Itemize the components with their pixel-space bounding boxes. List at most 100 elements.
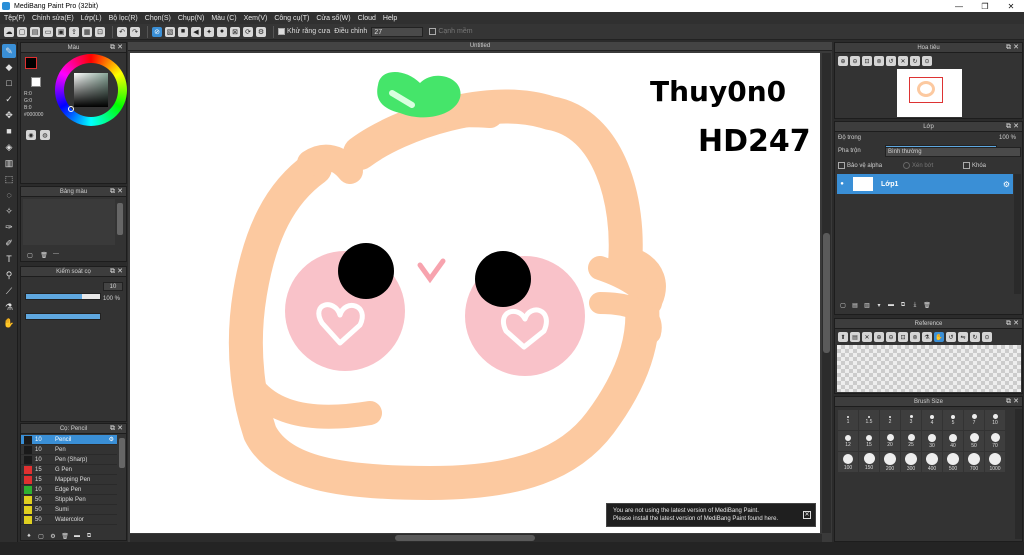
brush-list-item[interactable]: 10 Pen (Sharp): [21, 455, 117, 465]
undock-icon[interactable]: ⧉: [110, 424, 115, 434]
delete-palette-icon[interactable]: 🗑: [39, 250, 49, 260]
brush-settings-icon[interactable]: ⚙: [48, 531, 58, 541]
merge-down-icon[interactable]: ⤓: [910, 300, 920, 310]
navigator-thumbnail[interactable]: [897, 69, 962, 117]
menu-file[interactable]: Tệp(F): [4, 15, 25, 22]
brush-size-option[interactable]: 40: [943, 431, 963, 451]
transform-icon[interactable]: ⊠: [230, 26, 240, 37]
select-eraser-tool-icon[interactable]: ✐: [2, 236, 16, 250]
selection-mode-icon[interactable]: ⊘: [152, 26, 162, 37]
saturation-square[interactable]: [74, 73, 108, 107]
add-brush-icon[interactable]: ▢: [36, 531, 46, 541]
brush-size-option[interactable]: 700: [964, 452, 984, 472]
brush-size-option[interactable]: 4: [922, 410, 942, 430]
color-mode-icon[interactable]: ◍: [40, 130, 50, 140]
close-icon[interactable]: ✕: [1013, 122, 1019, 132]
invert-selection-icon[interactable]: ◀: [191, 26, 201, 37]
brush-list-item[interactable]: 50 Stipple Pen: [21, 495, 117, 505]
zoom-fit-icon[interactable]: ⊚: [874, 56, 884, 66]
undock-icon[interactable]: ⧉: [110, 187, 115, 197]
brush-item-settings-icon[interactable]: ⚙: [109, 436, 114, 443]
brush-folder-icon[interactable]: ▬: [72, 531, 82, 541]
brush-size-option[interactable]: 500: [943, 452, 963, 472]
new-file-icon[interactable]: ▢: [17, 26, 27, 37]
menu-layer[interactable]: Lớp(L): [81, 15, 102, 22]
reference-hand-icon[interactable]: ✋: [934, 332, 944, 342]
brush-size-scrollbar[interactable]: [1015, 409, 1022, 539]
brush-size-option[interactable]: 12: [838, 431, 858, 451]
menu-color[interactable]: Màu (C): [211, 15, 236, 22]
zoom-in-icon[interactable]: ⊕: [838, 56, 848, 66]
drawing-canvas[interactable]: Thuy0n0 HD247: [130, 53, 820, 533]
brush-list-scrollbar[interactable]: [119, 438, 125, 468]
brush-size-option[interactable]: 1000: [985, 452, 1005, 472]
brush-opacity-slider[interactable]: [25, 313, 101, 320]
cloud-icon[interactable]: ☁: [4, 26, 14, 37]
brush-size-option[interactable]: 300: [901, 452, 921, 472]
undock-icon[interactable]: ⧉: [1006, 43, 1011, 53]
select-all-icon[interactable]: ▧: [165, 26, 175, 37]
move-tool-icon[interactable]: ✥: [2, 108, 16, 122]
close-icon[interactable]: ✕: [117, 43, 123, 53]
lasso-tool-icon[interactable]: ◌: [2, 188, 16, 202]
export-icon[interactable]: ⇪: [69, 26, 79, 37]
reference-flip-icon[interactable]: ⇋: [958, 332, 968, 342]
maximize-button[interactable]: ❐: [972, 0, 998, 12]
brush-size-option[interactable]: 20: [880, 431, 900, 451]
layer-scrollbar[interactable]: [1014, 174, 1021, 294]
rotate-icon[interactable]: ⟳: [243, 26, 253, 37]
smooth-edge-checkbox[interactable]: [429, 28, 437, 35]
close-icon[interactable]: ✕: [117, 424, 123, 434]
undock-icon[interactable]: ⧉: [110, 267, 115, 277]
fit-icon[interactable]: ⊡: [95, 26, 105, 37]
new-halftone-layer-icon[interactable]: ▥: [862, 300, 872, 310]
brush-size-option[interactable]: 70: [985, 431, 1005, 451]
blend-mode-select[interactable]: Bình thường: [885, 147, 1021, 157]
vertical-scroll-thumb[interactable]: [823, 233, 830, 353]
eyedropper-tool-icon[interactable]: ⚗: [2, 300, 16, 314]
brush-size-option[interactable]: 50: [964, 431, 984, 451]
layer-row[interactable]: ● Lớp1 ⚙: [837, 174, 1013, 194]
brush-size-option[interactable]: 150: [859, 452, 879, 472]
close-button[interactable]: ✕: [998, 0, 1024, 12]
minimize-button[interactable]: —: [946, 0, 972, 12]
close-icon[interactable]: ✕: [1013, 397, 1019, 407]
fill-selection-icon[interactable]: ●: [217, 26, 227, 37]
save-icon[interactable]: ▣: [56, 26, 66, 37]
zoom-out-icon[interactable]: ⊖: [850, 56, 860, 66]
add-palette-icon[interactable]: ▢: [25, 250, 35, 260]
foreground-color-swatch[interactable]: [25, 57, 37, 69]
horizontal-scroll-thumb[interactable]: [395, 535, 535, 541]
divide-tool-icon[interactable]: ⟋: [2, 284, 16, 298]
lock-option[interactable]: Khóa: [963, 162, 986, 169]
reference-eyedropper-icon[interactable]: ⚗: [922, 332, 932, 342]
brush-list-item[interactable]: 50 Sumi: [21, 505, 117, 515]
brush-size-option[interactable]: 1.5: [859, 410, 879, 430]
reference-fit-icon[interactable]: ⊡: [898, 332, 908, 342]
settings-icon[interactable]: ⚙: [256, 26, 266, 37]
chat-icon[interactable]: ▭: [43, 26, 53, 37]
update-notice[interactable]: You are not using the latest version of …: [606, 503, 816, 527]
brush-size-value[interactable]: 10: [103, 282, 123, 291]
magic-wand-tool-icon[interactable]: ✧: [2, 204, 16, 218]
clipping-checkbox[interactable]: [903, 162, 910, 169]
blur-tool-icon[interactable]: ✓: [2, 92, 16, 106]
reference-zoom-in-icon[interactable]: ⊕: [874, 332, 884, 342]
menu-cloud[interactable]: Cloud: [358, 15, 376, 22]
brush-size-option[interactable]: 1: [838, 410, 858, 430]
lock-checkbox[interactable]: [963, 162, 970, 169]
menu-select[interactable]: Chọn(S): [145, 15, 171, 22]
brush-size-option[interactable]: 3: [901, 410, 921, 430]
color-picker-handle[interactable]: [68, 106, 74, 112]
layer-name[interactable]: Lớp1: [881, 181, 898, 188]
magic-wand-icon[interactable]: ✦: [204, 26, 214, 37]
eraser-tool-icon[interactable]: ◆: [2, 60, 16, 74]
grid-icon[interactable]: ▦: [82, 26, 92, 37]
protect-alpha-option[interactable]: Bảo vệ alpha: [838, 162, 882, 169]
reference-reset-icon[interactable]: ⊙: [982, 332, 992, 342]
shape-tool-icon[interactable]: ■: [2, 124, 16, 138]
fit-window-icon[interactable]: ⊡: [862, 56, 872, 66]
reference-actual-icon[interactable]: ⊚: [910, 332, 920, 342]
gradient-tool-icon[interactable]: ▥: [2, 156, 16, 170]
reference-rotate-right-icon[interactable]: ↻: [970, 332, 980, 342]
